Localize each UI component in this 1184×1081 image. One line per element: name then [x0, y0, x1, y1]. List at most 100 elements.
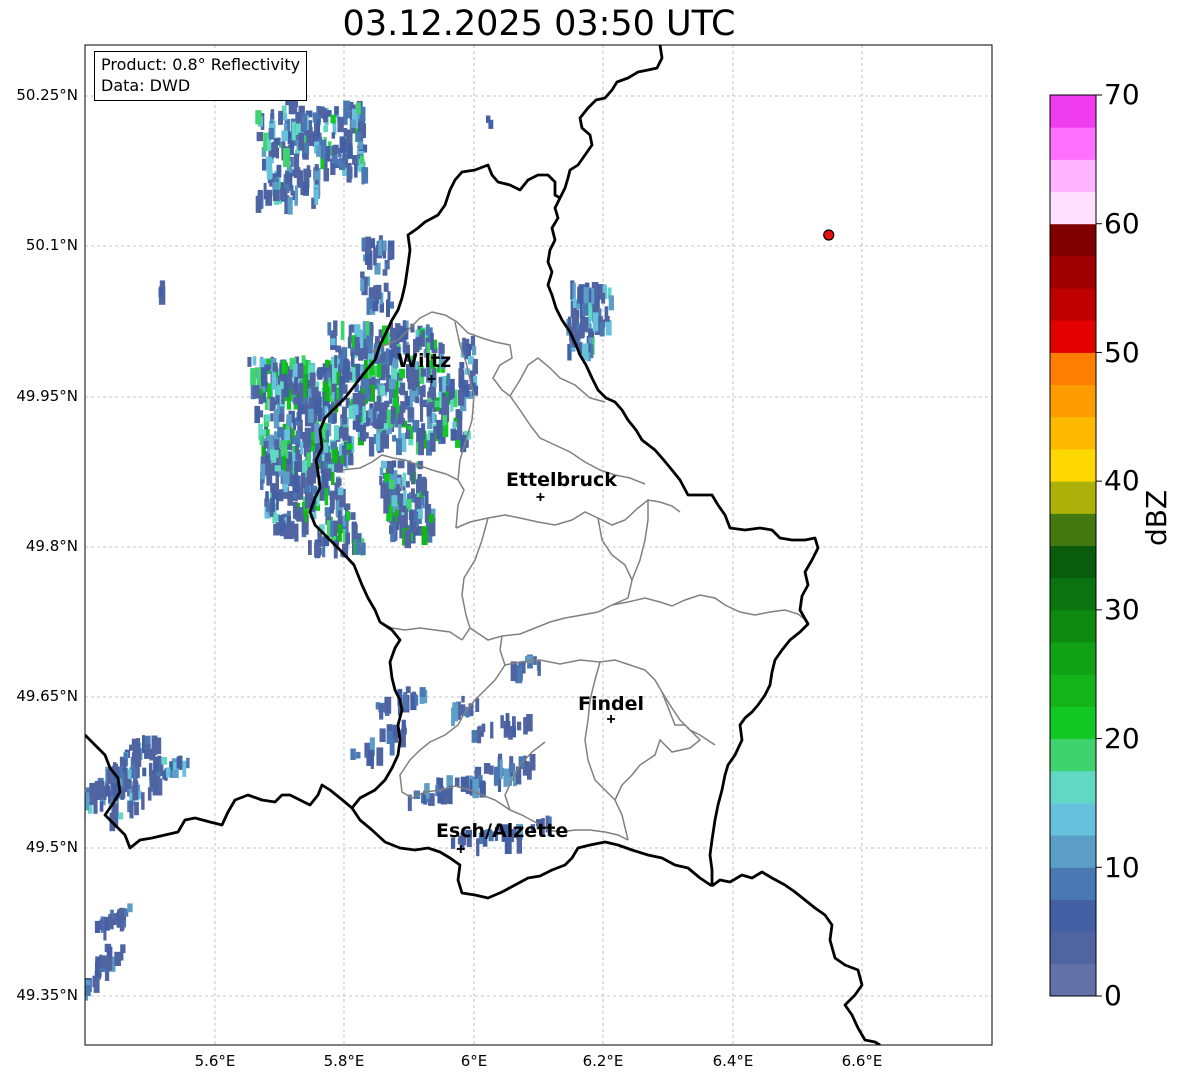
echo-cell — [354, 337, 360, 356]
echo-cell — [567, 316, 572, 328]
echo-cell — [281, 130, 288, 141]
echo-cell — [411, 488, 415, 499]
echo-cell — [389, 388, 395, 399]
echo-cell — [303, 181, 309, 196]
echo-cell — [94, 780, 102, 801]
echo-cell — [409, 510, 414, 526]
colorbar-segment — [1050, 963, 1096, 997]
echo-cell — [450, 428, 457, 441]
echo-cell — [461, 695, 465, 703]
echo-cell — [147, 787, 152, 801]
echo-cell — [331, 471, 335, 485]
echo-cell — [106, 956, 113, 971]
echo-cell — [437, 792, 444, 804]
echo-cell — [158, 287, 164, 298]
echo-cell — [380, 460, 387, 469]
echo-cell — [325, 430, 329, 443]
echo-cell — [352, 404, 359, 415]
echo-cell — [92, 975, 96, 988]
radar-map[interactable] — [0, 0, 1184, 1081]
echo-cell — [523, 717, 528, 735]
echo-cell — [421, 526, 428, 546]
echo-cell — [350, 748, 356, 760]
echo-cell — [182, 760, 187, 777]
echo-cell — [339, 376, 343, 395]
echo-cell — [401, 719, 406, 733]
echo-cell — [126, 778, 132, 790]
echo-cell — [280, 187, 287, 200]
echo-cell — [378, 239, 383, 256]
echo-cell — [376, 747, 384, 766]
echo-cell — [449, 378, 455, 399]
echo-cell — [516, 721, 522, 731]
colorbar — [1050, 94, 1102, 997]
echo-cell — [335, 478, 342, 486]
echo-cell — [76, 810, 81, 817]
echo-cell — [389, 525, 394, 535]
echo-cell — [260, 367, 268, 387]
echo-cell — [382, 269, 388, 276]
echo-cell — [590, 344, 594, 359]
radar-site-marker[interactable] — [823, 229, 835, 241]
echo-cell — [265, 455, 271, 462]
echo-cell — [414, 694, 419, 706]
echo-cell — [450, 399, 454, 412]
echo-cell — [397, 412, 404, 424]
echo-cell — [330, 520, 334, 537]
echo-cell — [266, 467, 273, 486]
echo-cell — [381, 483, 388, 493]
echo-cell — [318, 407, 322, 422]
echo-cell — [442, 376, 446, 393]
colorbar-tick-label: 60 — [1104, 207, 1140, 240]
grid-lines — [85, 45, 992, 1045]
echo-cell — [459, 362, 465, 369]
echo-cell — [288, 452, 293, 465]
colorbar-segment — [1050, 931, 1096, 965]
echo-cell — [341, 384, 348, 394]
echo-cell — [392, 435, 397, 442]
echo-cell — [256, 132, 263, 142]
echo-cell — [379, 704, 384, 720]
echo-cell — [345, 511, 351, 521]
echo-cell — [331, 446, 339, 463]
echo-cell — [444, 788, 450, 804]
colorbar-segment — [1050, 95, 1096, 128]
colorbar-tick-label: 50 — [1104, 336, 1140, 369]
echo-cell — [270, 144, 278, 158]
echo-cell — [572, 282, 576, 301]
echo-cell — [346, 162, 352, 183]
echo-cell — [284, 384, 290, 397]
echo-cell — [442, 396, 449, 409]
echo-cell — [294, 376, 298, 391]
echo-cell — [283, 113, 288, 121]
echo-cell — [379, 728, 386, 743]
echo-cell — [599, 322, 605, 337]
echo-cell — [267, 383, 272, 399]
echo-cell — [331, 163, 336, 170]
echo-cell — [78, 973, 85, 987]
echo-cell — [94, 920, 100, 933]
echo-cell — [361, 237, 366, 252]
data-source-text: Data: DWD — [101, 76, 191, 95]
echo-cell — [294, 185, 298, 204]
echo-cell — [340, 320, 345, 340]
echo-cell — [421, 330, 425, 347]
echo-cell — [424, 491, 429, 509]
echo-cell — [480, 780, 485, 792]
echo-cell — [265, 156, 273, 172]
echo-cell — [273, 362, 278, 373]
echo-cell — [417, 477, 422, 486]
echo-cell — [165, 767, 171, 778]
lon-tick-label: 5.6°E — [194, 1052, 236, 1070]
echo-cell — [404, 508, 408, 526]
echo-cell — [343, 100, 350, 119]
echo-cell — [293, 153, 300, 172]
echo-cell — [400, 382, 406, 396]
echo-cell — [186, 757, 190, 769]
colorbar-segment — [1050, 513, 1096, 546]
echo-cell — [433, 426, 437, 433]
echo-cell — [325, 359, 329, 368]
echo-cell — [320, 139, 327, 159]
echo-cell — [317, 367, 323, 380]
echo-cell — [290, 156, 294, 167]
